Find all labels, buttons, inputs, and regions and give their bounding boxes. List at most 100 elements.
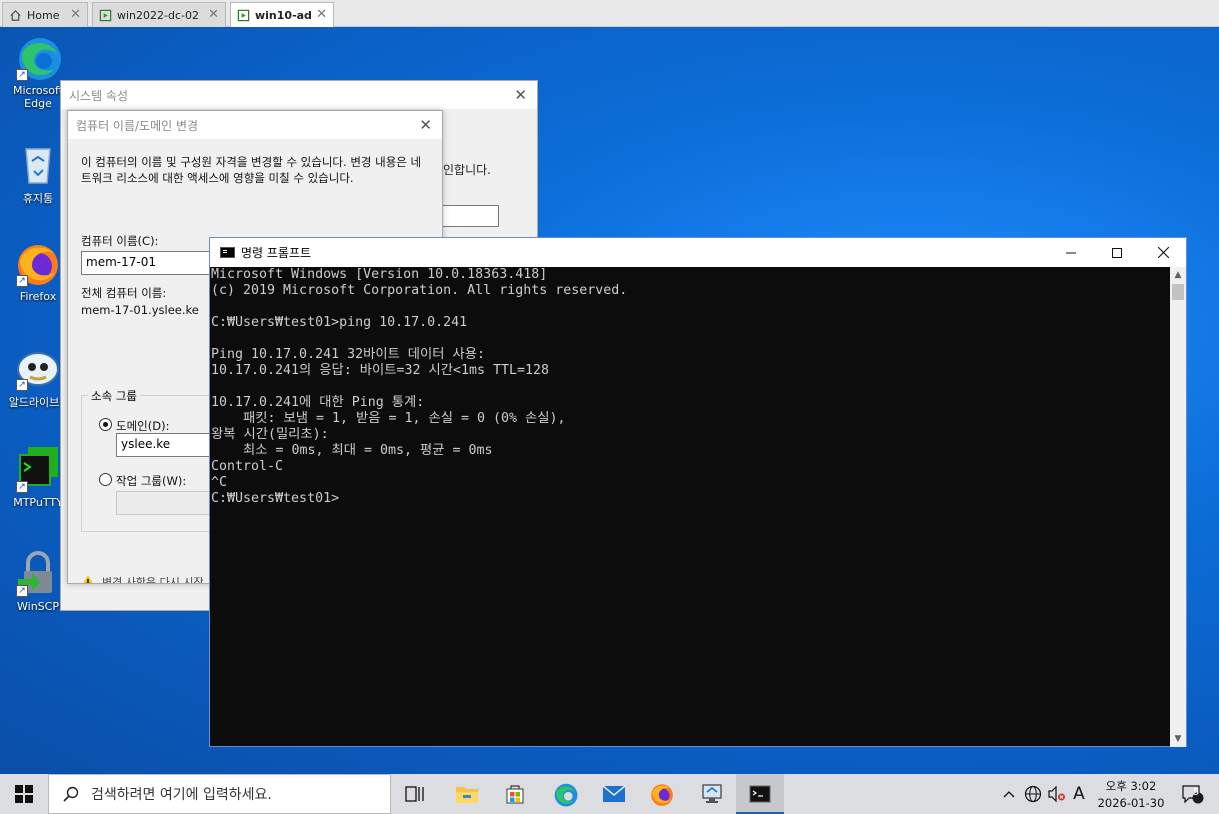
console-line: 왕복 시간(밀리초):: [211, 427, 329, 442]
mail-icon: [602, 785, 626, 802]
titlebar: 컴퓨터 이름/도메인 변경 ✕: [68, 111, 442, 139]
desktop-icon-label: WinSCP: [17, 600, 59, 613]
console-line: C:₩Users₩test01>ping 10.17.0.241: [211, 315, 468, 330]
mtputty-icon: ↗: [14, 445, 62, 493]
workgroup-label: 작업 그룹(W):: [116, 474, 187, 488]
tray-network-button[interactable]: [1022, 774, 1044, 814]
winscp-icon: ↗: [14, 549, 62, 597]
home-icon: [10, 9, 21, 21]
command-prompt-icon: [749, 785, 771, 803]
edge-icon: [554, 783, 578, 807]
close-icon[interactable]: ✕: [70, 7, 81, 22]
edge-icon: ↗: [14, 33, 62, 81]
clock-time: 오후 3:02: [1105, 779, 1157, 793]
computer-name-label: 컴퓨터 이름(C):: [81, 234, 159, 248]
desktop-icon-label: 알드라이브: [8, 396, 60, 409]
firefox-icon: [651, 784, 673, 806]
desktop-icon-winscp[interactable]: ↗ WinSCP: [8, 549, 68, 613]
notification-count: 5: [1193, 787, 1200, 798]
maximize-button[interactable]: [1094, 238, 1140, 267]
desktop-icon-edge[interactable]: ↗ Microsoft Edge: [8, 33, 68, 110]
console-line: 패킷: 보냄 = 1, 받음 = 1, 손실 = 0 (0% 손실),: [211, 411, 566, 426]
console-line: 10.17.0.241의 응답: 바이트=32 시간<1ms TTL=128: [211, 363, 550, 378]
dialog-title: 컴퓨터 이름/도메인 변경: [76, 118, 199, 133]
member-of-label: 소속 그룹: [88, 388, 140, 404]
console-line: (c) 2019 Microsoft Corporation. All righ…: [211, 283, 628, 298]
maximize-icon: [1112, 247, 1122, 258]
close-icon[interactable]: ✕: [419, 116, 432, 134]
minimize-button[interactable]: [1048, 238, 1094, 267]
desktop-icon-label: Microsoft Edge: [12, 84, 64, 110]
firefox-icon: ↗: [14, 239, 62, 287]
start-button[interactable]: [0, 774, 48, 814]
ime-indicator[interactable]: A: [1068, 774, 1090, 814]
desktop-icon-aldrive[interactable]: ↗ 알드라이브: [8, 343, 68, 410]
aldrive-icon: ↗: [14, 343, 62, 391]
close-button[interactable]: [1140, 238, 1186, 267]
taskbar-clock[interactable]: 오후 3:02 2026-01-30: [1092, 778, 1170, 812]
taskbar-remote-desktop[interactable]: [688, 774, 736, 814]
partial-description: 인합니다.: [443, 163, 491, 177]
warning-icon: [83, 575, 93, 583]
desktop-icon-label: 휴지통: [22, 192, 54, 205]
desktop: ↗ Microsoft Edge 휴지통 ↗ Firefox ↗ 알드라이브 ↗…: [0, 27, 1219, 774]
task-view-icon: [405, 786, 424, 802]
search-icon: [63, 786, 79, 802]
remote-desktop-icon: [702, 784, 722, 803]
taskbar-firefox[interactable]: [638, 774, 686, 814]
workgroup-radio[interactable]: [99, 473, 112, 486]
close-icon[interactable]: ✕: [514, 86, 527, 104]
notification-center-button[interactable]: 5: [1178, 774, 1208, 814]
titlebar: 시스템 속성 ✕: [61, 81, 537, 109]
close-icon[interactable]: ✕: [316, 7, 327, 22]
vm-tab-win2022-dc-02[interactable]: win2022-dc-02 ✕: [92, 2, 226, 27]
chevron-up-icon: [1003, 791, 1015, 798]
console-line: Ping 10.17.0.241 32바이트 데이터 사용:: [211, 347, 485, 362]
restart-warning: 변경 사항은 다시 시작: [102, 576, 204, 584]
store-icon: [506, 785, 524, 804]
console-line: Microsoft Windows [Version 10.0.18363.41…: [211, 267, 548, 282]
console-line: C:₩Users₩test01>: [211, 491, 340, 506]
desktop-icon-mtputty[interactable]: ↗ MTPuTTY: [8, 445, 68, 509]
console-line: ^C: [211, 475, 228, 490]
dialog-description: 이 컴퓨터의 이름 및 구성원 자격을 변경할 수 있습니다. 변경 내용은 네…: [81, 155, 422, 185]
domain-radio[interactable]: [99, 418, 112, 431]
vm-tab-bar: Home ✕ win2022-dc-02 ✕ win10-ad ✕: [0, 0, 1219, 27]
command-prompt-window[interactable]: 명령 프롬프트 Microsoft Windows [Version 10.0.…: [209, 237, 1187, 747]
taskbar-mail[interactable]: [590, 774, 638, 814]
taskbar-file-explorer[interactable]: [443, 774, 491, 814]
domain-label: 도메인(D):: [116, 419, 170, 433]
close-icon: [1157, 247, 1169, 258]
scroll-thumb[interactable]: [1172, 284, 1184, 300]
tray-volume-button[interactable]: [1046, 774, 1068, 814]
file-explorer-icon: [456, 787, 478, 803]
desktop-icon-recycle-bin[interactable]: 휴지통: [8, 139, 68, 206]
globe-icon: [1024, 785, 1042, 803]
tray-overflow-button[interactable]: [998, 774, 1020, 814]
recycle-bin-icon: [14, 139, 62, 187]
taskbar-store[interactable]: [491, 774, 539, 814]
scroll-down-icon[interactable]: ▼: [1170, 731, 1186, 747]
vm-tab-win10-ad[interactable]: win10-ad ✕: [230, 2, 334, 27]
window-title: 시스템 속성: [69, 88, 129, 103]
vertical-scrollbar[interactable]: ▲ ▼: [1170, 267, 1186, 747]
vm-tab-home[interactable]: Home ✕: [2, 2, 88, 27]
vm-icon: [237, 9, 250, 21]
taskbar-task-view[interactable]: [391, 774, 439, 814]
vm-tab-label: win10-ad: [255, 8, 312, 22]
volume-muted-icon: [1048, 786, 1065, 802]
console-line: 10.17.0.241에 대한 Ping 통계:: [211, 395, 425, 410]
close-icon[interactable]: ✕: [208, 7, 219, 22]
console-output[interactable]: Microsoft Windows [Version 10.0.18363.41…: [211, 267, 1171, 747]
taskbar-command-prompt[interactable]: [736, 774, 784, 814]
console-line: 최소 = 0ms, 최대 = 0ms, 평균 = 0ms: [211, 443, 493, 458]
window-title: 명령 프롬프트: [241, 246, 312, 260]
scroll-up-icon[interactable]: ▲: [1170, 267, 1186, 283]
desktop-icon-firefox[interactable]: ↗ Firefox: [8, 239, 68, 303]
taskbar-edge[interactable]: [541, 774, 589, 814]
taskbar-search-box[interactable]: 검색하려면 여기에 입력하세요.: [48, 774, 391, 814]
vm-icon: [99, 9, 112, 21]
windows-logo-icon: [15, 785, 33, 803]
